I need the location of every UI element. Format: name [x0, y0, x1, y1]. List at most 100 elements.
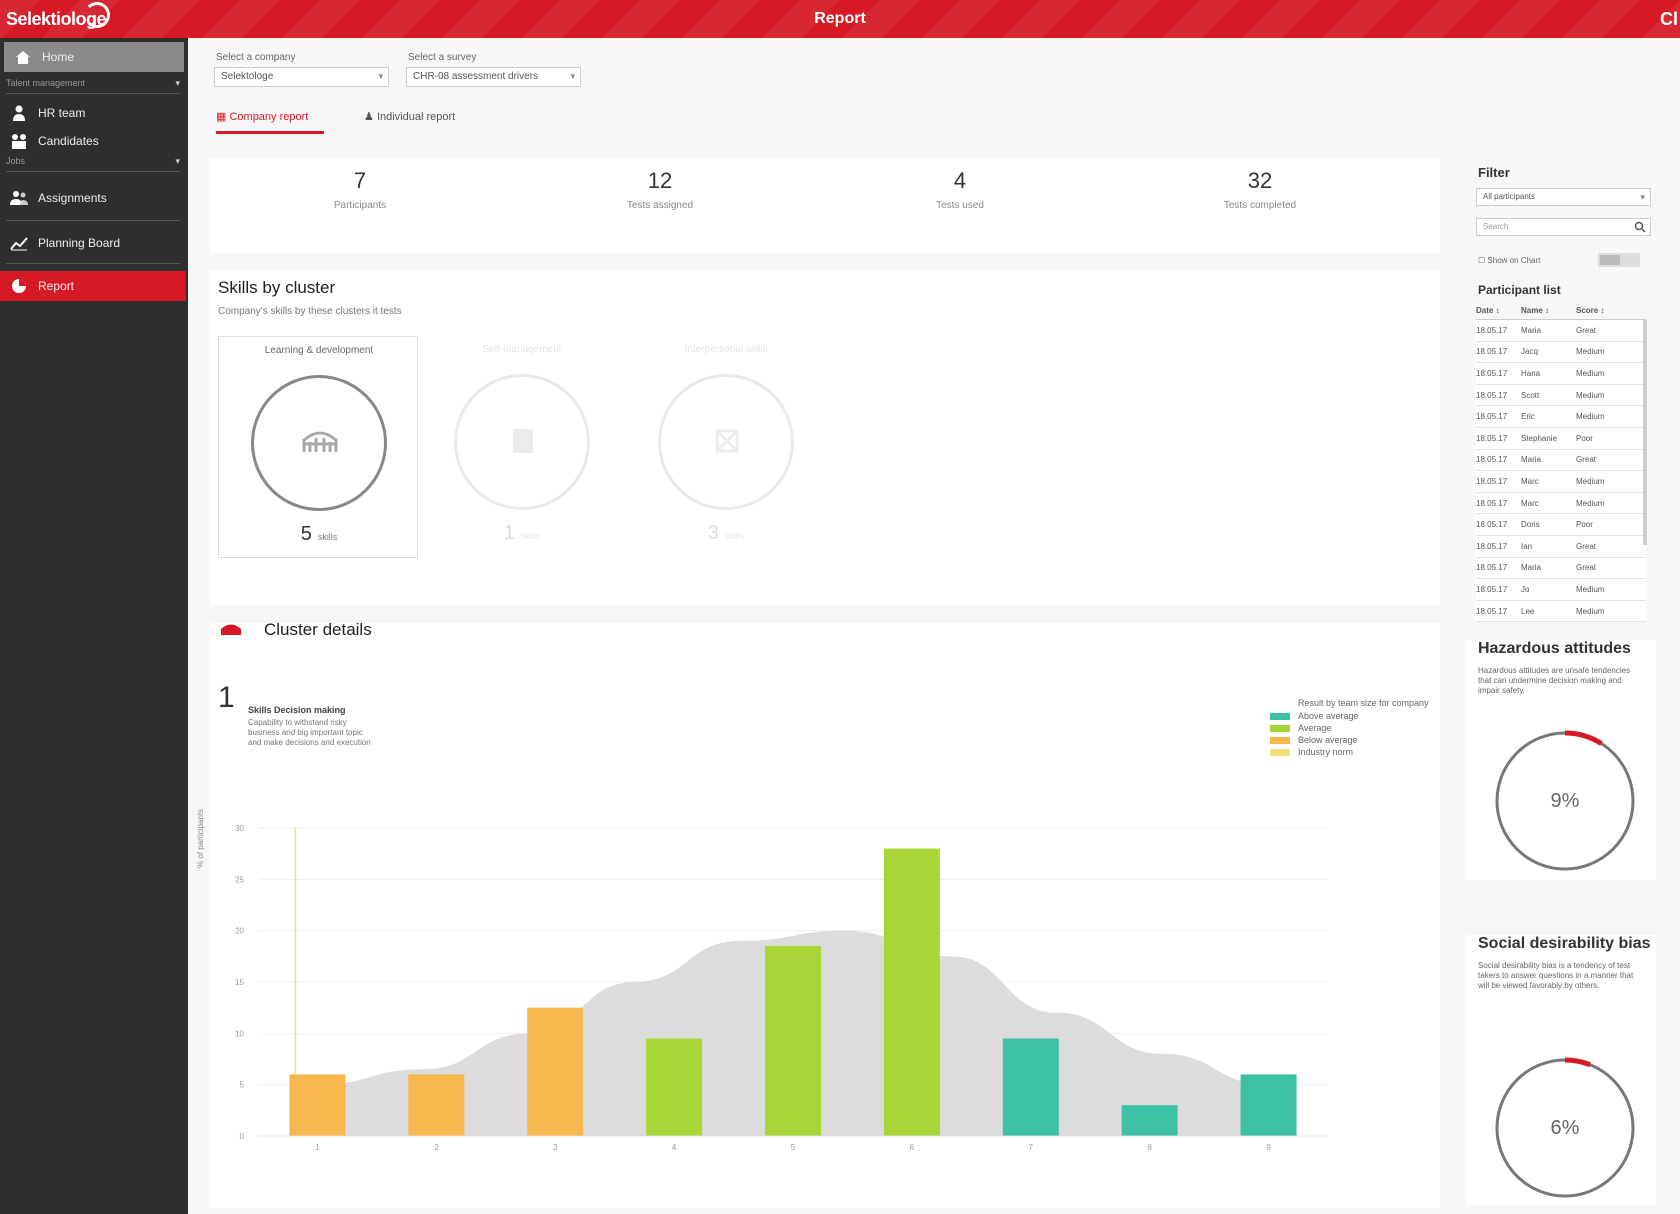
table-cell: Medium [1576, 584, 1605, 594]
cluster-item[interactable]: Self-management 1 skills [422, 336, 622, 558]
table-row[interactable]: 18.05.17 Marc Medium [1476, 492, 1646, 515]
cluster-item[interactable]: Interpersonal skills 3 skills [626, 336, 826, 558]
y-tick-label: 30 [235, 824, 244, 833]
chevron-down-icon: ▾ [175, 156, 180, 166]
tab-label: Company report [229, 111, 309, 123]
stat-tests-used: 4 Tests used [860, 168, 1060, 211]
table-cell: Medium [1576, 476, 1605, 486]
table-cell: 18.05.17 [1476, 368, 1508, 378]
hazard-value: 9% [1550, 790, 1580, 812]
hazard-title: Hazardous attitudes [1478, 640, 1631, 657]
table-cell: 18.05.17 [1476, 412, 1508, 422]
sidebar-divider [6, 220, 180, 221]
column-header-name[interactable]: Name ↕ [1521, 306, 1576, 315]
sidebar-section-talent[interactable]: Talent management ▾ [6, 78, 180, 94]
tab-individual-report[interactable]: ♟ Individual report [364, 110, 455, 123]
table-row[interactable]: 18.05.17 Scott Medium [1476, 384, 1646, 407]
chart-bar[interactable] [646, 1038, 703, 1136]
user-menu[interactable]: Cl [1660, 9, 1678, 30]
sidebar-item-label: HR team [38, 106, 86, 120]
table-scrollbar[interactable] [1643, 320, 1647, 545]
table-cell: Doris [1521, 520, 1540, 530]
chevron-down-icon: ▾ [1640, 192, 1645, 202]
x-tick-label: 1 [315, 1143, 320, 1152]
show-on-chart-toggle[interactable] [1598, 253, 1640, 267]
sidebar-divider [6, 263, 180, 264]
sidebar-item-assignments[interactable]: Assignments [0, 183, 186, 213]
skills-title: Skills by cluster [218, 278, 336, 297]
table-cell: Marc [1521, 476, 1539, 486]
cluster-count-unit: skills [317, 532, 338, 542]
skill-name: Skills Decision making [248, 705, 346, 715]
chart-bar[interactable] [1121, 1105, 1178, 1136]
chart-bar[interactable] [1240, 1074, 1297, 1136]
sidebar-item-candidates[interactable]: Candidates [0, 126, 186, 156]
company-select-label: Select a company [216, 52, 296, 63]
table-row[interactable]: 18.05.17 Eric Medium [1476, 406, 1646, 428]
company-select[interactable]: Selektologe ▾ [214, 67, 389, 87]
group-icon [12, 134, 26, 149]
table-row[interactable]: 18.05.17 Hana Medium [1476, 363, 1646, 385]
x-tick-label: 6 [910, 1143, 915, 1152]
table-row[interactable]: 18.05.17 Maria Great [1476, 449, 1646, 472]
table-body: 18.05.17 Maria Great 18.05.17 Jacq Medium 18.0… [1476, 320, 1646, 623]
stat-label: Tests completed [1223, 200, 1297, 211]
chevron-down-icon: ▾ [175, 78, 180, 88]
table-row[interactable]: 18.05.17 Stephanie Poor [1476, 427, 1646, 450]
legend-label: Above average [1298, 711, 1359, 721]
sidebar-item-planning-board[interactable]: Planning Board [0, 228, 186, 258]
cluster-bar-chart: 0 5 10 15 20 25 30 1 2 3 4 5 6 7 8 9 [235, 824, 1328, 1152]
table-cell: 18.05.17 [1476, 584, 1508, 594]
x-tick-label: 2 [434, 1143, 439, 1152]
cluster-count-value: 1 [503, 522, 515, 544]
sidebar-item-home[interactable]: Home [4, 42, 184, 72]
tab-company-report[interactable]: ▦ Company report [216, 110, 324, 134]
legend-item: Above average [1270, 711, 1429, 721]
stat-participants: 7 Participants [260, 168, 460, 211]
table-row[interactable]: 18.05.17 Maria Great [1476, 320, 1646, 342]
cluster-item[interactable]: Learning & development 5 skills [218, 336, 418, 558]
cluster-count-value: 5 [300, 523, 312, 545]
survey-select[interactable]: CHR-08 assessment drivers ▾ [406, 67, 581, 87]
table-row[interactable]: 18.05.17 Doris Poor [1476, 514, 1646, 536]
sidebar-item-report[interactable]: Report [0, 271, 186, 301]
table-cell: Medium [1576, 606, 1605, 616]
table-row[interactable]: 18.05.17 Ian Great [1476, 535, 1646, 558]
chart-bar[interactable] [1002, 1038, 1059, 1136]
chart-bar[interactable] [765, 946, 821, 1136]
hazard-description: Hazardous attitudes are unsafe tendencie… [1478, 666, 1631, 695]
table-row[interactable]: 18.05.17 Lee Medium [1476, 600, 1646, 623]
table-cell: Great [1576, 325, 1597, 335]
table-row[interactable]: 18.05.17 Jo Medium [1476, 579, 1646, 601]
chart-bar[interactable] [408, 1074, 465, 1136]
table-row[interactable]: 18.05.17 Maria Great [1476, 557, 1646, 580]
chart-bar[interactable] [883, 848, 940, 1136]
participant-search-input[interactable]: Search [1476, 218, 1651, 236]
social-title: Social desirability bias [1478, 935, 1651, 952]
sidebar-section-jobs[interactable]: Jobs ▾ [6, 156, 180, 172]
table-cell: 18.05.17 [1476, 433, 1508, 443]
filter-select-value: All participants [1483, 192, 1536, 201]
cluster-count-unit: skills [520, 531, 541, 541]
search-placeholder: Search [1483, 222, 1509, 231]
participant-list-title: Participant list [1478, 283, 1561, 297]
grid-icon: ▦ [216, 111, 227, 123]
skill-index: 1 [218, 681, 235, 714]
table-row[interactable]: 18.05.17 Marc Medium [1476, 471, 1646, 493]
column-header-score[interactable]: Score ↕ [1576, 306, 1636, 315]
table-cell: Great [1576, 563, 1597, 573]
table-row[interactable]: 18.05.17 Jacq Medium [1476, 341, 1646, 364]
column-header-date[interactable]: Date ↕ [1476, 306, 1521, 315]
cluster-name: Self-management [482, 344, 562, 355]
legend-swatch [1270, 736, 1290, 744]
table-cell: 18.05.17 [1476, 455, 1508, 465]
participant-filter-select[interactable]: All participants ▾ [1476, 188, 1651, 206]
chart-bar[interactable] [527, 1007, 584, 1136]
stat-value: 7 [353, 168, 367, 193]
sidebar-item-hr-team[interactable]: HR team [0, 98, 186, 128]
search-icon[interactable] [1634, 221, 1646, 233]
table-cell: Hana [1521, 368, 1541, 378]
table-cell: Medium [1576, 412, 1605, 422]
x-tick-label: 3 [553, 1143, 558, 1152]
chart-bar[interactable] [289, 1074, 346, 1136]
